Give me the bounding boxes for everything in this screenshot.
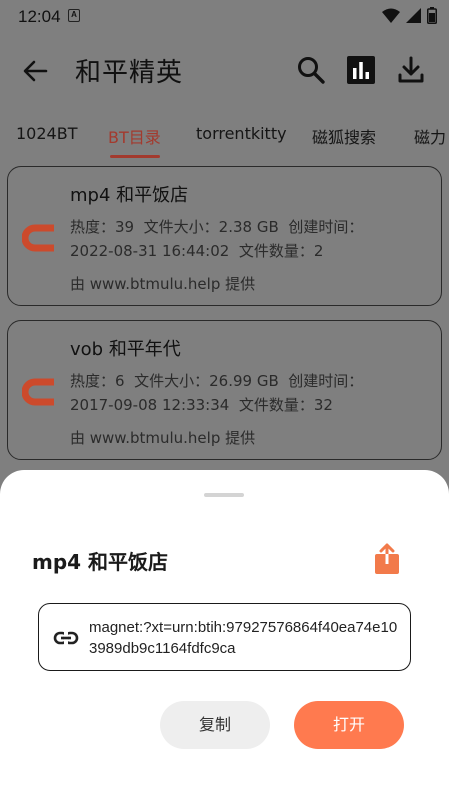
open-button[interactable]: 打开 (294, 701, 404, 749)
size-label: 文件大小： (134, 372, 210, 390)
back-arrow-icon[interactable] (20, 56, 50, 86)
download-icon[interactable] (395, 54, 427, 86)
magnet-link-box[interactable]: magnet:?xt=urn:btih:97927576864f40ea74e1… (38, 603, 411, 671)
result-card[interactable]: mp4 和平饭店 热度：39 文件大小：2.38 GB 创建时间： 2022-0… (7, 166, 442, 306)
copy-button[interactable]: 复制 (160, 701, 270, 749)
signal-icon (406, 8, 421, 23)
created-label: 创建时间： (288, 372, 364, 390)
count-label: 文件数量： (238, 396, 314, 414)
status-bar: 12:04 A (0, 0, 449, 32)
heat-value: 6 (115, 372, 125, 390)
search-icon[interactable] (295, 54, 327, 86)
share-icon[interactable] (372, 542, 402, 576)
tab-cili[interactable]: 磁力 (414, 124, 446, 148)
heat-label: 热度： (70, 218, 116, 236)
size-value: 2.38 GB (218, 218, 279, 236)
size-label: 文件大小： (143, 218, 219, 236)
wifi-icon (382, 8, 400, 23)
tab-1024bt[interactable]: 1024BT (16, 124, 77, 143)
status-time: 12:04 (18, 7, 61, 26)
sheet-title: mp4 和平饭店 (32, 550, 169, 574)
created-value: 2017-09-08 12:33:34 (70, 396, 230, 414)
bottom-sheet: mp4 和平饭店 magnet:?xt=urn:btih:97927576864… (0, 470, 449, 800)
app-bar: 和平精英 (0, 32, 449, 112)
heat-label: 热度： (70, 372, 116, 390)
result-meta: 热度：39 文件大小：2.38 GB 创建时间： 2022-08-31 16:4… (70, 215, 430, 263)
magnet-icon (22, 378, 54, 406)
status-icons (382, 7, 437, 24)
result-source: 由 www.btmulu.help 提供 (70, 429, 256, 447)
link-icon (53, 631, 79, 645)
result-source: 由 www.btmulu.help 提供 (70, 275, 256, 293)
count-value: 2 (313, 242, 324, 260)
tab-torrentkitty[interactable]: torrentkitty (196, 124, 287, 143)
source-tabs: 1024BT BT目录 torrentkitty 磁狐搜索 磁力 (0, 118, 449, 160)
result-title: vob 和平年代 (70, 339, 181, 360)
count-value: 32 (313, 396, 333, 414)
created-label: 创建时间： (288, 218, 364, 236)
magnet-icon (22, 224, 54, 252)
result-card[interactable]: vob 和平年代 热度：6 文件大小：26.99 GB 创建时间： 2017-0… (7, 320, 442, 460)
tab-bt-mulu[interactable]: BT目录 (108, 124, 161, 148)
heat-value: 39 (115, 218, 135, 236)
magnet-link-text: magnet:?xt=urn:btih:97927576864f40ea74e1… (89, 619, 398, 657)
result-meta: 热度：6 文件大小：26.99 GB 创建时间： 2017-09-08 12:3… (70, 369, 430, 417)
bar-chart-icon[interactable] (345, 54, 377, 86)
count-label: 文件数量： (238, 242, 314, 260)
notification-a-icon: A (68, 9, 80, 22)
page-title: 和平精英 (75, 58, 184, 88)
created-value: 2022-08-31 16:44:02 (70, 242, 230, 260)
battery-icon (427, 7, 437, 24)
result-title: mp4 和平饭店 (70, 185, 189, 206)
size-value: 26.99 GB (209, 372, 279, 390)
tab-cihu-search[interactable]: 磁狐搜索 (312, 124, 376, 148)
tab-indicator (110, 155, 160, 158)
drag-handle[interactable] (204, 493, 244, 497)
